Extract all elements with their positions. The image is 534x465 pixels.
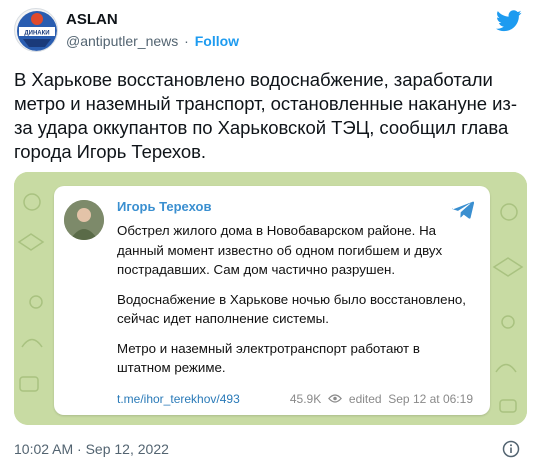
telegram-post-card: Игорь Терехов Обстрел жилого дома в Ново… (54, 186, 490, 415)
telegram-paragraph: Обстрел жилого дома в Новобаварском райо… (117, 223, 443, 277)
telegram-icon (452, 201, 474, 219)
author-avatar[interactable]: ДИНАКИ (14, 8, 58, 52)
author-handle[interactable]: @antiputler_news (66, 33, 178, 49)
telegram-post-meta: 45.9K edited Sep 12 at 06:19 (290, 392, 473, 406)
telegram-post-body: Обстрел жилого дома в Новобаварском райо… (117, 221, 473, 388)
telegram-post-footer: t.me/ihor_terekhov/493 45.9K edited Sep … (117, 392, 477, 406)
tweet-timestamp[interactable]: 10:02 AM · Sep 12, 2022 (14, 441, 169, 457)
telegram-post-link[interactable]: t.me/ihor_terekhov/493 (117, 392, 240, 406)
telegram-author-avatar (64, 200, 104, 240)
avatar-image: ДИНАКИ (17, 11, 57, 51)
follow-button[interactable]: Follow (195, 33, 239, 49)
avatar-text: ДИНАКИ (24, 31, 49, 37)
twitter-logo-icon[interactable] (496, 10, 522, 32)
person-photo (64, 200, 104, 240)
telegram-paragraph: Водоснабжение в Харькове ночью было восс… (117, 291, 467, 327)
tweet-text: В Харькове восстановлено водоснабжение, … (14, 69, 517, 162)
info-icon[interactable] (502, 440, 520, 458)
edited-timestamp: edited Sep 12 at 06:19 (348, 392, 473, 406)
views-count: 45.9K (289, 392, 322, 406)
embedded-image[interactable]: Игорь Терехов Обстрел жилого дома в Ново… (14, 172, 527, 425)
author-name[interactable]: ASLAN (66, 11, 118, 28)
telegram-author-name: Игорь Терехов (117, 199, 212, 214)
author-handle-row: @antiputler_news · Follow (66, 33, 240, 49)
telegram-paragraph: Метро и наземный электротранспорт работа… (117, 340, 420, 376)
eye-icon (327, 394, 342, 403)
